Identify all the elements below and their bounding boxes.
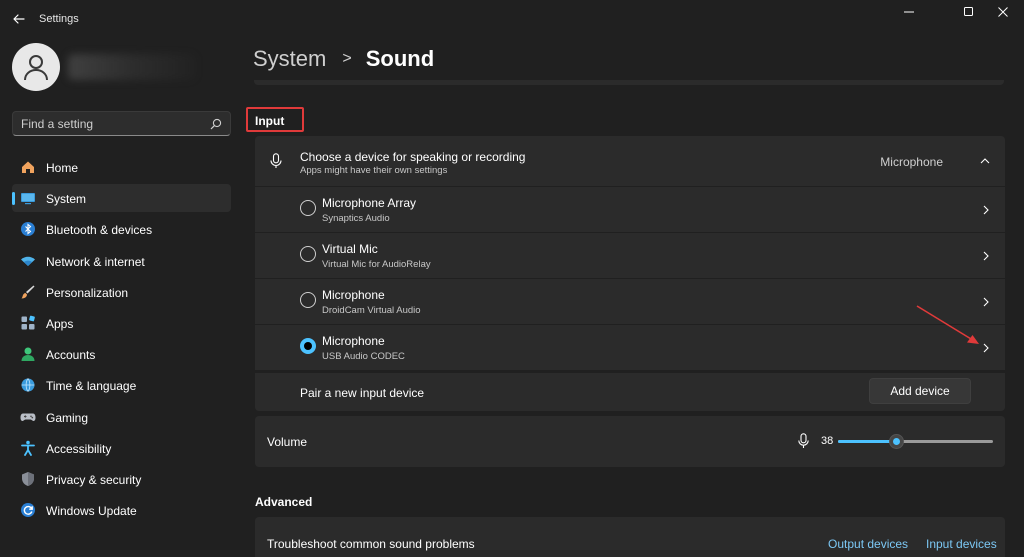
sidebar-item-label: Time & language <box>46 379 137 394</box>
device-row-usb-microphone[interactable]: Microphone USB Audio CODEC <box>255 325 1005 370</box>
system-icon <box>21 193 35 205</box>
sidebar-item-windows-update[interactable]: Windows Update <box>12 496 231 524</box>
breadcrumb: System > Sound <box>253 44 434 74</box>
sidebar-item-apps[interactable]: Apps <box>12 309 231 337</box>
back-arrow-icon[interactable] <box>10 10 28 28</box>
choose-device-title: Choose a device for speaking or recordin… <box>300 150 526 164</box>
input-heading-label: Input <box>255 114 285 128</box>
close-icon <box>998 7 1008 17</box>
volume-slider-thumb[interactable] <box>889 434 905 449</box>
sidebar-item-label: Windows Update <box>46 504 137 519</box>
sidebar-item-gaming[interactable]: Gaming <box>12 403 231 431</box>
gamepad-icon <box>20 413 36 421</box>
apps-icon <box>21 315 35 330</box>
sidebar-item-label: Gaming <box>46 410 89 425</box>
sidebar-item-label: Privacy & security <box>46 472 142 487</box>
output-devices-link[interactable]: Output devices <box>828 537 908 551</box>
brush-icon <box>21 285 35 299</box>
wifi-icon <box>21 256 35 266</box>
home-icon <box>22 161 34 173</box>
selected-device-value: Microphone <box>880 155 943 169</box>
accessibility-icon <box>21 440 35 456</box>
app-title: Settings <box>39 13 79 25</box>
sidebar-item-home[interactable]: Home <box>12 153 231 181</box>
sidebar-item-label: Bluetooth & devices <box>46 223 153 238</box>
add-device-button[interactable]: Add device <box>869 378 971 404</box>
sidebar-item-network[interactable]: Network & internet <box>12 247 231 275</box>
breadcrumb-separator: > <box>342 50 352 67</box>
volume-label: Volume <box>267 435 308 449</box>
chevron-right-icon[interactable] <box>981 296 991 308</box>
accounts-icon <box>21 347 35 362</box>
troubleshoot-row: Troubleshoot common sound problems Outpu… <box>255 517 1005 557</box>
advanced-section-heading: Advanced <box>255 495 313 509</box>
minimize-icon <box>904 11 914 13</box>
volume-value: 38 <box>821 435 834 447</box>
sidebar-item-label: Network & internet <box>46 254 145 269</box>
update-icon <box>21 503 35 518</box>
page-title: Sound <box>365 46 435 71</box>
sidebar-item-bluetooth[interactable]: Bluetooth & devices <box>12 215 231 243</box>
title-bar: Settings <box>0 0 1024 38</box>
sidebar-item-accounts[interactable]: Accounts <box>12 340 231 368</box>
sidebar-item-time-language[interactable]: Time & language <box>12 371 231 399</box>
avatar[interactable] <box>12 43 60 91</box>
device-row-microphone-array[interactable]: Microphone Array Synaptics Audio <box>255 187 1005 232</box>
microphone-icon <box>270 153 282 168</box>
volume-row: Volume 38 <box>255 416 1005 467</box>
choose-device-subtitle: Apps might have their own settings <box>300 165 448 176</box>
pair-device-label: Pair a new input device <box>300 386 425 400</box>
globe-icon <box>21 378 35 393</box>
device-radio[interactable] <box>300 246 316 262</box>
sidebar-item-label: Accessibility <box>46 441 112 456</box>
search-input[interactable]: Find a setting <box>12 111 231 136</box>
device-name: Microphone <box>322 288 385 302</box>
user-icon <box>24 55 48 81</box>
choose-input-device-row[interactable]: Choose a device for speaking or recordin… <box>255 136 1005 186</box>
device-subtitle: Synaptics Audio <box>322 213 390 224</box>
input-section-heading: Input <box>246 107 304 132</box>
device-row-droidcam-microphone[interactable]: Microphone DroidCam Virtual Audio <box>255 279 1005 324</box>
sidebar-item-personalization[interactable]: Personalization <box>12 278 231 306</box>
troubleshoot-label: Troubleshoot common sound problems <box>267 537 475 551</box>
device-name: Microphone Array <box>322 196 417 210</box>
previous-card-edge <box>254 80 1004 85</box>
microphone-icon[interactable] <box>798 433 809 449</box>
sidebar-item-label: Accounts <box>46 348 96 363</box>
device-row-virtual-mic[interactable]: Virtual Mic Virtual Mic for AudioRelay <box>255 233 1005 278</box>
blurred-user-name <box>68 54 196 80</box>
sidebar-item-label: System <box>46 192 87 207</box>
bluetooth-icon <box>21 222 35 237</box>
search-placeholder: Find a setting <box>21 117 94 131</box>
close-button[interactable] <box>980 0 1024 24</box>
chevron-right-icon[interactable] <box>981 342 991 354</box>
chevron-right-icon[interactable] <box>981 250 991 262</box>
shield-icon <box>22 471 34 486</box>
device-subtitle: DroidCam Virtual Audio <box>322 305 421 316</box>
search-icon <box>210 118 222 130</box>
chevron-up-icon[interactable] <box>979 155 991 167</box>
sidebar-item-label: Personalization <box>46 285 129 300</box>
sidebar-item-system[interactable]: System <box>12 184 231 213</box>
device-radio[interactable] <box>300 200 316 216</box>
input-devices-link[interactable]: Input devices <box>926 537 997 551</box>
volume-slider-fill <box>838 440 897 443</box>
sidebar-item-privacy[interactable]: Privacy & security <box>12 465 231 493</box>
breadcrumb-parent[interactable]: System <box>253 46 326 72</box>
device-name: Virtual Mic <box>322 242 378 256</box>
maximize-icon <box>964 7 973 16</box>
volume-slider[interactable] <box>838 434 993 449</box>
sidebar-item-label: Home <box>46 161 79 175</box>
sidebar-item-accessibility[interactable]: Accessibility <box>12 434 231 462</box>
device-name: Microphone <box>322 334 385 348</box>
pair-device-row: Pair a new input device Add device <box>255 373 1005 411</box>
device-radio-selected[interactable] <box>300 338 316 354</box>
sidebar-nav: Home System Bluetooth & devices Network … <box>12 153 231 527</box>
minimize-button[interactable] <box>886 0 932 24</box>
device-subtitle: USB Audio CODEC <box>322 351 405 362</box>
device-radio[interactable] <box>300 292 316 308</box>
device-subtitle: Virtual Mic for AudioRelay <box>322 259 431 270</box>
sidebar-item-label: Apps <box>46 316 74 331</box>
chevron-right-icon[interactable] <box>981 204 991 216</box>
